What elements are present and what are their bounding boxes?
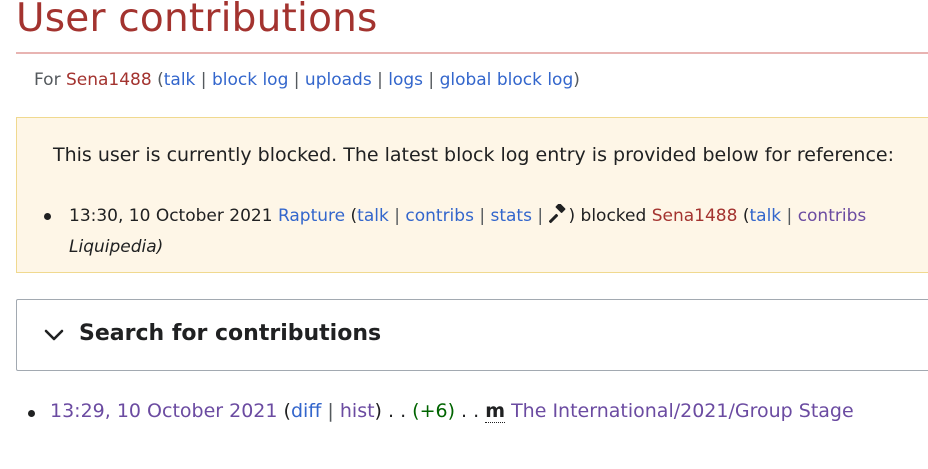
open-paren: ( bbox=[283, 400, 291, 422]
admin-talk-link[interactable]: talk bbox=[357, 206, 389, 226]
admin-stats-link[interactable]: stats bbox=[490, 206, 531, 226]
block-action: blocked bbox=[580, 206, 647, 226]
list-bullet bbox=[44, 213, 51, 220]
global-block-log-link[interactable]: global block log bbox=[440, 70, 574, 90]
block-log-link[interactable]: block log bbox=[212, 70, 288, 90]
separator: | bbox=[195, 70, 212, 90]
close-paren: ) bbox=[573, 70, 580, 90]
block-notice-text: This user is currently blocked. The late… bbox=[53, 144, 894, 166]
close-paren: ) bbox=[374, 400, 382, 422]
size-change: (+6) bbox=[412, 400, 456, 422]
gavel-icon[interactable] bbox=[548, 203, 569, 233]
subtitle-prefix: For bbox=[34, 70, 66, 90]
separator: | bbox=[423, 70, 440, 90]
separator: | bbox=[321, 400, 340, 422]
diff-link[interactable]: diff bbox=[291, 400, 321, 422]
close-paren: ) bbox=[568, 206, 576, 226]
minor-edit-badge: m bbox=[485, 400, 506, 423]
title-divider bbox=[16, 52, 928, 54]
block-log-entry: 13:30, 10 October 2021 Rapture (talk | c… bbox=[44, 202, 867, 261]
search-contributions-panel[interactable]: Search for contributions bbox=[16, 299, 928, 371]
block-timestamp: 13:30, 10 October 2021 bbox=[69, 206, 273, 226]
target-talk-link[interactable]: talk bbox=[749, 206, 781, 226]
dots-separator: . . bbox=[381, 400, 413, 422]
separator: | bbox=[288, 70, 305, 90]
separator: | bbox=[388, 206, 406, 226]
separator: | bbox=[531, 206, 549, 226]
chevron-down-icon[interactable] bbox=[43, 324, 65, 350]
open-paren: ( bbox=[151, 70, 164, 90]
separator: | bbox=[371, 70, 389, 90]
user-tool-links: For Sena1488 (talk | block log | uploads… bbox=[34, 70, 580, 90]
search-panel-title[interactable]: Search for contributions bbox=[79, 321, 381, 346]
list-bullet bbox=[28, 410, 35, 417]
logs-link[interactable]: logs bbox=[388, 70, 423, 90]
admin-user-link[interactable]: Rapture bbox=[278, 206, 345, 226]
separator: | bbox=[781, 206, 798, 226]
admin-contribs-link[interactable]: contribs bbox=[405, 206, 474, 226]
blocked-user-link[interactable]: Sena1488 bbox=[652, 206, 738, 226]
target-contribs-link[interactable]: contribs bbox=[798, 206, 867, 226]
contribution-list-item: 13:29, 10 October 2021 (diff | hist) . .… bbox=[28, 400, 854, 423]
page-link[interactable]: The International/2021/Group Stage bbox=[511, 400, 854, 422]
hist-link[interactable]: hist bbox=[340, 400, 375, 422]
block-reason: Liquipedia) bbox=[69, 237, 164, 257]
block-notice-box: This user is currently blocked. The late… bbox=[16, 117, 928, 273]
uploads-link[interactable]: uploads bbox=[305, 70, 372, 90]
dots-separator: . . bbox=[455, 400, 486, 422]
user-link[interactable]: Sena1488 bbox=[66, 70, 152, 90]
contribution-timestamp-link[interactable]: 13:29, 10 October 2021 bbox=[50, 400, 277, 422]
talk-link[interactable]: talk bbox=[164, 70, 196, 90]
separator: | bbox=[473, 206, 491, 226]
page-title: User contributions bbox=[16, 0, 378, 41]
